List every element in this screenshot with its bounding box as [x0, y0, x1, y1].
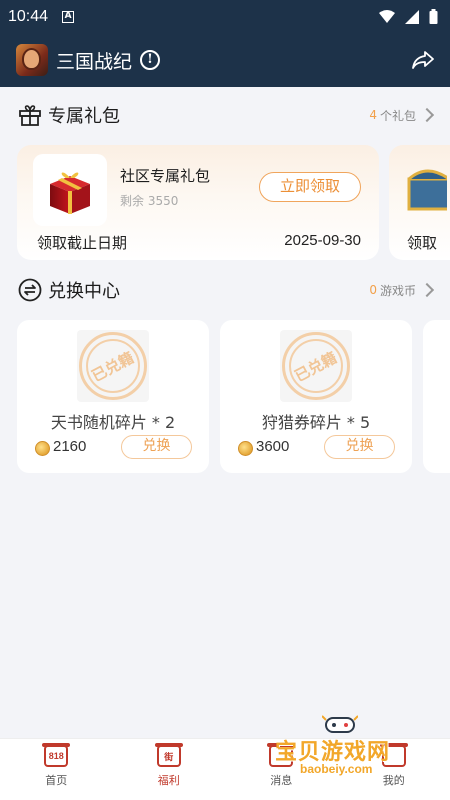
exchange-section-header: 兑换中心 0 游戏币	[18, 275, 435, 305]
deadline-label: 领取截止日期	[37, 234, 128, 252]
stamp-text: 已兑籍	[292, 347, 341, 385]
gift-name: 社区专属礼包	[120, 167, 211, 185]
stamp-text: 已兑籍	[89, 347, 138, 385]
gifts-more-link[interactable]: 4 个礼包	[369, 107, 435, 124]
item-image: 已兑籍	[280, 330, 352, 402]
profile-icon	[379, 743, 408, 767]
tab-label: 我的	[382, 774, 405, 787]
tab-messages[interactable]: 消息	[225, 739, 338, 800]
gamepad-icon	[322, 715, 358, 733]
home-818-icon: 818	[42, 743, 71, 767]
tab-welfare[interactable]: 街 福利	[113, 739, 226, 800]
share-icon[interactable]	[412, 51, 434, 69]
tab-label: 首页	[45, 774, 68, 787]
item-name: 天书随机碎片 * 2	[50, 413, 176, 432]
gift-icon	[19, 105, 41, 126]
exchange-icon	[18, 278, 42, 302]
tab-home[interactable]: 818 首页	[0, 739, 113, 800]
app-bar: 三国战纪 !	[0, 33, 450, 87]
item-image: 已兑籍	[77, 330, 149, 402]
exchange-item-card[interactable]: 已兑籍 天书随机碎片 * 2 2160 兑换	[17, 320, 209, 473]
signal-icon	[405, 9, 419, 24]
status-bar: 10:44 A	[0, 0, 450, 33]
exchange-more-link[interactable]: 0 游戏币	[369, 282, 435, 299]
wifi-icon	[379, 10, 395, 23]
bottom-tab-bar: 818 首页 街 福利 消息 我的	[0, 738, 450, 800]
claim-gift-button[interactable]: 立即领取	[259, 172, 361, 202]
exchange-item-card-peek[interactable]	[423, 320, 450, 473]
message-icon	[267, 743, 296, 767]
gifts-section-title: 专属礼包	[48, 106, 120, 127]
peek-deadline-label: 领取	[407, 234, 438, 252]
gift-count: 4	[369, 108, 377, 122]
gift-count-label: 个礼包	[379, 108, 416, 123]
chevron-right-icon	[419, 107, 435, 123]
item-price: 2160	[53, 438, 87, 455]
exchange-section-title: 兑换中心	[48, 281, 120, 302]
item-price: 3600	[256, 438, 290, 455]
coin-icon	[35, 441, 50, 456]
game-avatar[interactable]	[16, 44, 48, 76]
gift-card[interactable]: 社区专属礼包 剩余 3550 立即领取 领取截止日期 2025-09-30	[17, 145, 379, 260]
tab-label: 福利	[157, 774, 180, 787]
deadline-date: 2025-09-30	[284, 232, 361, 249]
coin-balance: 0	[369, 283, 377, 297]
gift-box-image	[33, 154, 107, 226]
exchange-button[interactable]: 兑换	[121, 435, 192, 459]
redeemed-stamp: 已兑籍	[282, 332, 350, 400]
welfare-icon: 街	[154, 743, 183, 767]
coin-balance-label: 游戏币	[379, 283, 416, 298]
coin-icon	[238, 441, 253, 456]
status-icons	[379, 9, 438, 24]
treasure-chest-icon	[407, 169, 447, 211]
gift-remaining: 剩余 3550	[120, 194, 179, 208]
notification-icon: A	[62, 10, 75, 23]
gifts-section-header: 专属礼包 4 个礼包	[18, 100, 435, 130]
gift-box-icon	[50, 172, 90, 214]
battery-icon	[429, 9, 438, 24]
chevron-right-icon	[419, 282, 435, 298]
status-time: 10:44	[8, 7, 49, 25]
gift-card-peek[interactable]: 领取	[389, 145, 450, 260]
item-name: 狩猎券碎片 * 5	[261, 413, 371, 432]
redeemed-stamp: 已兑籍	[79, 332, 147, 400]
exchange-button[interactable]: 兑换	[324, 435, 395, 459]
tab-label: 消息	[270, 774, 293, 787]
game-title: 三国战纪	[56, 50, 133, 73]
tab-profile[interactable]: 我的	[338, 739, 450, 800]
info-icon[interactable]: !	[140, 50, 161, 70]
exchange-item-card[interactable]: 已兑籍 狩猎券碎片 * 5 3600 兑换	[220, 320, 412, 473]
